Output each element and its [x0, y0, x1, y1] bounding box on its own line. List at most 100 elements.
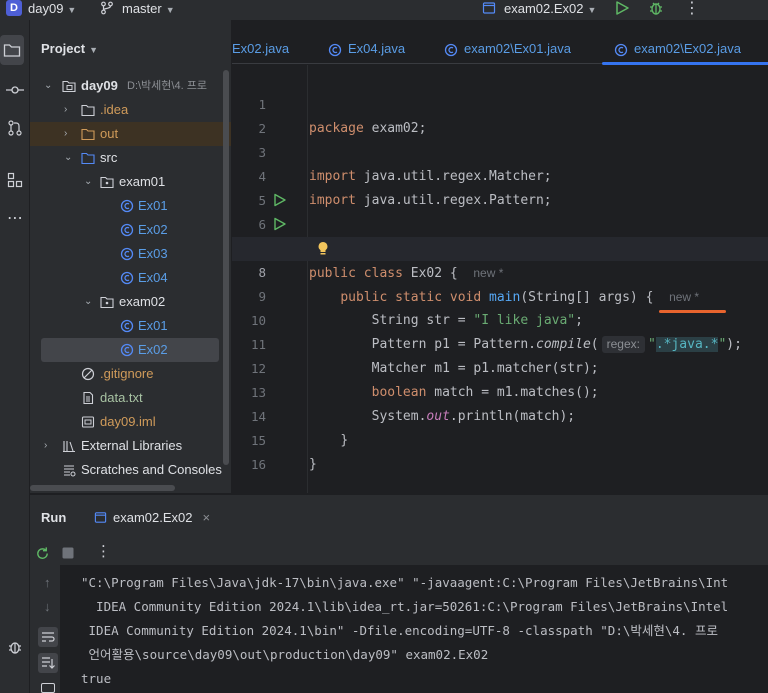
java-class-icon: [328, 43, 342, 56]
run-tab[interactable]: exam02.Ex02 ×: [94, 510, 210, 525]
tree-item-data-txt[interactable]: data.txt: [30, 386, 231, 410]
tree-item-idea[interactable]: › .idea: [30, 98, 231, 122]
java-class-icon: [120, 247, 134, 261]
chevron-down-icon: ▼: [67, 5, 77, 15]
run-gutter-icon[interactable]: [273, 193, 287, 207]
line-number: 16: [250, 457, 266, 472]
tab-exam02-ex02-java[interactable]: exam02\Ex02.java: [602, 36, 768, 65]
tree-item-class-selected[interactable]: Ex02: [41, 338, 219, 362]
tree-item-label: .idea: [100, 102, 129, 117]
project-selector[interactable]: day09 ▼: [28, 1, 76, 16]
project-tool-button[interactable]: [0, 35, 24, 65]
tree-item-class[interactable]: Ex01: [30, 194, 231, 218]
tree-item-label: Ex01: [138, 198, 168, 213]
java-class-icon: [120, 271, 134, 285]
tree-item-gitignore[interactable]: .gitignore: [30, 362, 231, 386]
scroll-to-end-button[interactable]: [38, 653, 58, 673]
chevron-right-icon[interactable]: ›: [64, 98, 67, 122]
package-icon: [100, 176, 114, 189]
print-icon[interactable]: [41, 683, 55, 693]
tree-item-day09[interactable]: ⌄ day09 D:\박세현\4. 프로: [30, 74, 231, 98]
structure-tool-button[interactable]: [0, 165, 30, 195]
soft-wrap-icon: [42, 632, 55, 642]
stop-icon[interactable]: [62, 547, 74, 559]
tool-window-strip: ⋯: [0, 20, 30, 693]
run-configuration-selector[interactable]: exam02.Ex02 ▼: [482, 1, 596, 16]
java-class-icon: [444, 43, 458, 56]
title-bar: D day09 ▼ master ▼ exam02.Ex02 ▼ ⋮: [0, 0, 768, 20]
pull-requests-tool-button[interactable]: [0, 113, 30, 143]
folder-icon: [3, 44, 21, 57]
run-gutter-icon[interactable]: [273, 217, 287, 231]
more-tools-button[interactable]: ⋯: [0, 203, 30, 233]
arrow-down-icon[interactable]: ↓: [44, 599, 51, 614]
console-output[interactable]: "C:\Program Files\Java\jdk-17\bin\java.e…: [60, 565, 768, 693]
horizontal-scrollbar[interactable]: [30, 485, 175, 491]
code-line[interactable]: 12 boolean match = m1.matches();: [232, 333, 768, 400]
commit-tool-button[interactable]: [0, 75, 30, 105]
code-line[interactable]: 3 import java.util.regex.Matcher;: [232, 117, 768, 184]
ignore-file-icon: [81, 367, 95, 381]
tree-item-class[interactable]: Ex01: [30, 314, 231, 338]
code-line[interactable]: 7 public static void main(String[] args)…: [232, 213, 768, 305]
library-icon: [63, 441, 75, 453]
run-button[interactable]: [614, 0, 630, 19]
console-line: IDEA Community Edition 2024.1\lib\idea_r…: [81, 599, 729, 614]
tree-item-out[interactable]: › out: [30, 122, 231, 146]
code-line[interactable]: 15 }: [232, 405, 768, 472]
code-line[interactable]: 13 System.out.println(match);: [232, 357, 768, 424]
tree-item-iml[interactable]: day09.iml: [30, 410, 231, 434]
code-line[interactable]: 4 import java.util.regex.Pattern;: [232, 141, 768, 208]
code-line[interactable]: 10 Pattern p1 = Pattern.compile(regex: ".…: [232, 285, 768, 353]
lightbulb-icon[interactable]: [317, 241, 329, 257]
debug-button[interactable]: [648, 0, 664, 19]
tree-item-label: .gitignore: [100, 366, 154, 381]
tab-exam02-ex01-java[interactable]: exam02\Ex01.java: [444, 36, 571, 64]
chevron-down-icon[interactable]: ⌄: [64, 146, 72, 170]
arrow-up-icon[interactable]: ↑: [44, 575, 51, 590]
tree-item-external-libraries[interactable]: › External Libraries: [30, 434, 231, 458]
chevron-down-icon[interactable]: ⌄: [84, 290, 92, 314]
tree-item-exam01[interactable]: ⌄ exam01: [30, 170, 231, 194]
project-panel-title[interactable]: Project ▼: [41, 41, 98, 56]
tree-item-scratches[interactable]: Scratches and Consoles: [30, 458, 231, 482]
chevron-right-icon[interactable]: ›: [64, 122, 67, 146]
code-editor[interactable]: 1 package exam02; 2 3 import java.util.r…: [232, 65, 768, 493]
code-line[interactable]: 9: [232, 261, 768, 304]
tree-item-label: data.txt: [100, 390, 143, 405]
tab-ex04-java[interactable]: Ex04.java: [328, 36, 405, 64]
chevron-down-icon[interactable]: ⌄: [44, 74, 52, 98]
debug-tool-button[interactable]: [0, 632, 30, 662]
soft-wrap-button[interactable]: [38, 627, 58, 647]
module-file-icon: [81, 416, 95, 428]
tab-label: exam02\Ex01.java: [464, 41, 571, 56]
tree-item-label: day09.iml: [100, 414, 156, 429]
branch-selector[interactable]: master ▼: [100, 1, 175, 16]
project-badge[interactable]: D: [6, 0, 22, 16]
vertical-scrollbar[interactable]: [223, 70, 229, 465]
code-line[interactable]: 5: [232, 165, 768, 208]
chevron-right-icon[interactable]: ›: [44, 434, 47, 458]
application-icon: [482, 2, 496, 14]
code-line[interactable]: 1 package exam02;: [232, 69, 768, 136]
code-line-current[interactable]: 8 String str = "I like java";: [232, 237, 768, 328]
rerun-icon[interactable]: [35, 546, 50, 561]
code-line[interactable]: 2: [232, 93, 768, 136]
scroll-to-end-icon: [42, 657, 55, 669]
java-class-icon: [120, 319, 134, 333]
tree-item-label: day09: [81, 78, 118, 93]
code-line[interactable]: 16: [232, 429, 768, 472]
tree-item-class[interactable]: Ex02: [30, 218, 231, 242]
more-actions-button[interactable]: ⋮: [684, 0, 700, 18]
more-options-icon[interactable]: ⋮: [96, 542, 111, 560]
tree-item-class[interactable]: Ex03: [30, 242, 231, 266]
code-line[interactable]: 6 public class Ex02 { new *: [232, 189, 768, 281]
close-icon[interactable]: ×: [203, 510, 211, 525]
tab-ex02-java[interactable]: Ex02.java: [232, 36, 289, 64]
code-line[interactable]: 14 }: [232, 381, 768, 448]
tree-item-exam02[interactable]: ⌄ exam02: [30, 290, 231, 314]
tree-item-class[interactable]: Ex04: [30, 266, 231, 290]
tree-item-label: Ex01: [138, 318, 168, 333]
tree-item-src[interactable]: ⌄ src: [30, 146, 231, 170]
chevron-down-icon[interactable]: ⌄: [84, 170, 92, 194]
